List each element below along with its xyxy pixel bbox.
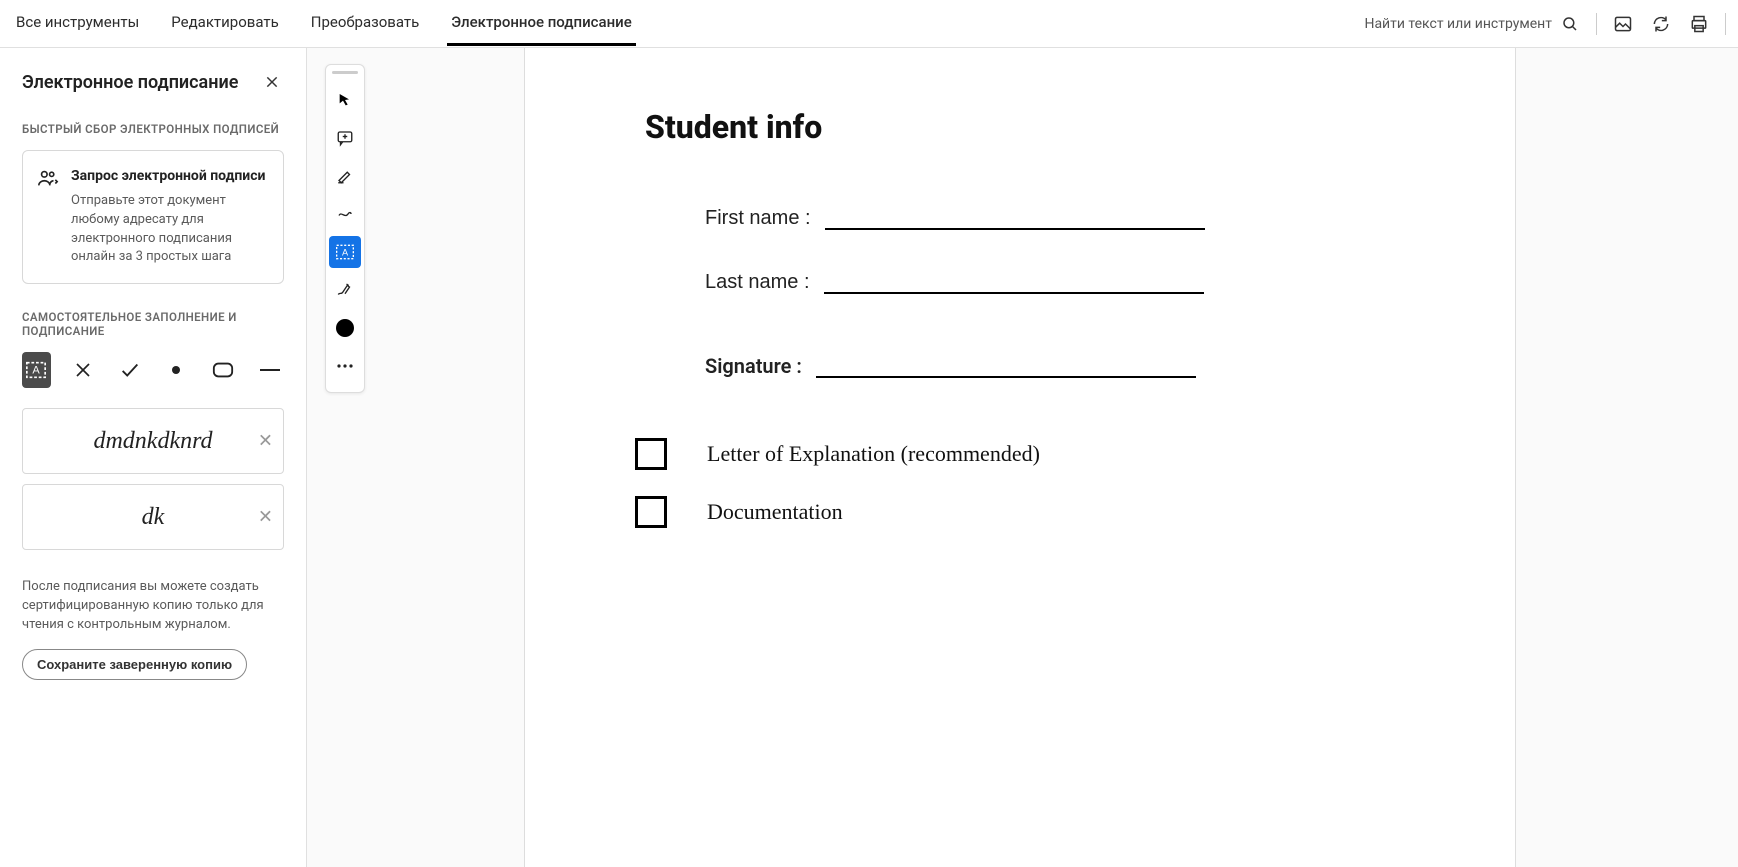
signature-line[interactable] <box>816 354 1196 378</box>
search-tool[interactable]: Найти текст или инструмент <box>1364 12 1582 36</box>
tab-esign[interactable]: Электронное подписание <box>447 1 635 46</box>
checkbox-letter-label: Letter of Explanation (recommended) <box>707 441 1040 467</box>
tab-edit[interactable]: Редактировать <box>167 1 282 46</box>
selection-tool-icon[interactable] <box>329 84 361 116</box>
checkbox-documentation[interactable] <box>635 496 667 528</box>
signature-label: Signature : <box>705 354 802 378</box>
highlight-tool-icon[interactable] <box>329 160 361 192</box>
document-title: Student info <box>645 108 1515 146</box>
rounded-rect-tool[interactable] <box>209 352 238 388</box>
remove-signature-icon[interactable]: ✕ <box>258 507 273 528</box>
draw-freeform-tool-icon[interactable] <box>329 198 361 230</box>
sidebar: Электронное подписание БЫСТРЫЙ СБОР ЭЛЕК… <box>0 48 307 867</box>
sync-icon[interactable] <box>1649 12 1673 36</box>
lastname-line[interactable] <box>824 270 1204 294</box>
dot-tool[interactable] <box>162 352 191 388</box>
tab-all-tools[interactable]: Все инструменты <box>12 1 143 46</box>
close-sidebar-icon[interactable] <box>260 70 284 94</box>
save-certified-copy-button[interactable]: Сохраните заверенную копию <box>22 649 247 680</box>
document-page[interactable]: Student info First name : Last name : Si… <box>525 48 1515 867</box>
text-field-tool[interactable]: A <box>22 352 51 388</box>
svg-text:A: A <box>342 247 349 257</box>
floating-toolbar: A <box>325 64 365 393</box>
checkmark-tool[interactable] <box>115 352 144 388</box>
checkbox-documentation-label: Documentation <box>707 499 843 525</box>
signature-preview-1[interactable]: dmdnkdknrd ✕ <box>22 408 284 474</box>
color-picker-icon[interactable] <box>329 312 361 344</box>
svg-text:A: A <box>33 365 41 377</box>
comment-tool-icon[interactable] <box>329 122 361 154</box>
search-icon <box>1558 12 1582 36</box>
card-title: Запрос электронной подписи <box>71 167 269 186</box>
tab-convert[interactable]: Преобразовать <box>307 1 424 46</box>
cross-tool[interactable] <box>69 352 98 388</box>
people-icon <box>37 167 59 267</box>
divider <box>1725 13 1726 35</box>
divider <box>1596 13 1597 35</box>
signature-preview-2[interactable]: dk ✕ <box>22 484 284 550</box>
image-tool-icon[interactable] <box>1611 12 1635 36</box>
section-quick-collect-label: БЫСТРЫЙ СБОР ЭЛЕКТРОННЫХ ПОДПИСЕЙ <box>22 122 284 136</box>
request-signature-card[interactable]: Запрос электронной подписи Отправьте это… <box>22 150 284 284</box>
remove-signature-icon[interactable]: ✕ <box>258 431 273 452</box>
section-self-sign-label: САМОСТОЯТЕЛЬНОЕ ЗАПОЛНЕНИЕ И ПОДПИСАНИЕ <box>22 310 284 338</box>
more-tools-icon[interactable] <box>329 350 361 382</box>
add-text-tool-icon[interactable]: A <box>329 236 361 268</box>
certify-note: После подписания вы можете создать серти… <box>22 578 284 635</box>
lastname-label: Last name : <box>705 271 810 294</box>
firstname-label: First name : <box>705 207 811 230</box>
signature-text: dmdnkdknrd <box>93 428 212 455</box>
firstname-line[interactable] <box>825 206 1205 230</box>
checkbox-letter[interactable] <box>635 438 667 470</box>
card-description: Отправьте этот документ любому адресату … <box>71 192 269 267</box>
sign-tool-icon[interactable] <box>329 274 361 306</box>
line-tool[interactable] <box>255 352 284 388</box>
sidebar-title: Электронное подписание <box>22 72 238 93</box>
print-icon[interactable] <box>1687 12 1711 36</box>
workspace: A Student info First name : Last name : <box>307 48 1738 867</box>
search-placeholder-text: Найти текст или инструмент <box>1364 16 1552 32</box>
toolbar-drag-handle[interactable] <box>332 71 358 74</box>
signature-text: dk <box>142 504 165 531</box>
